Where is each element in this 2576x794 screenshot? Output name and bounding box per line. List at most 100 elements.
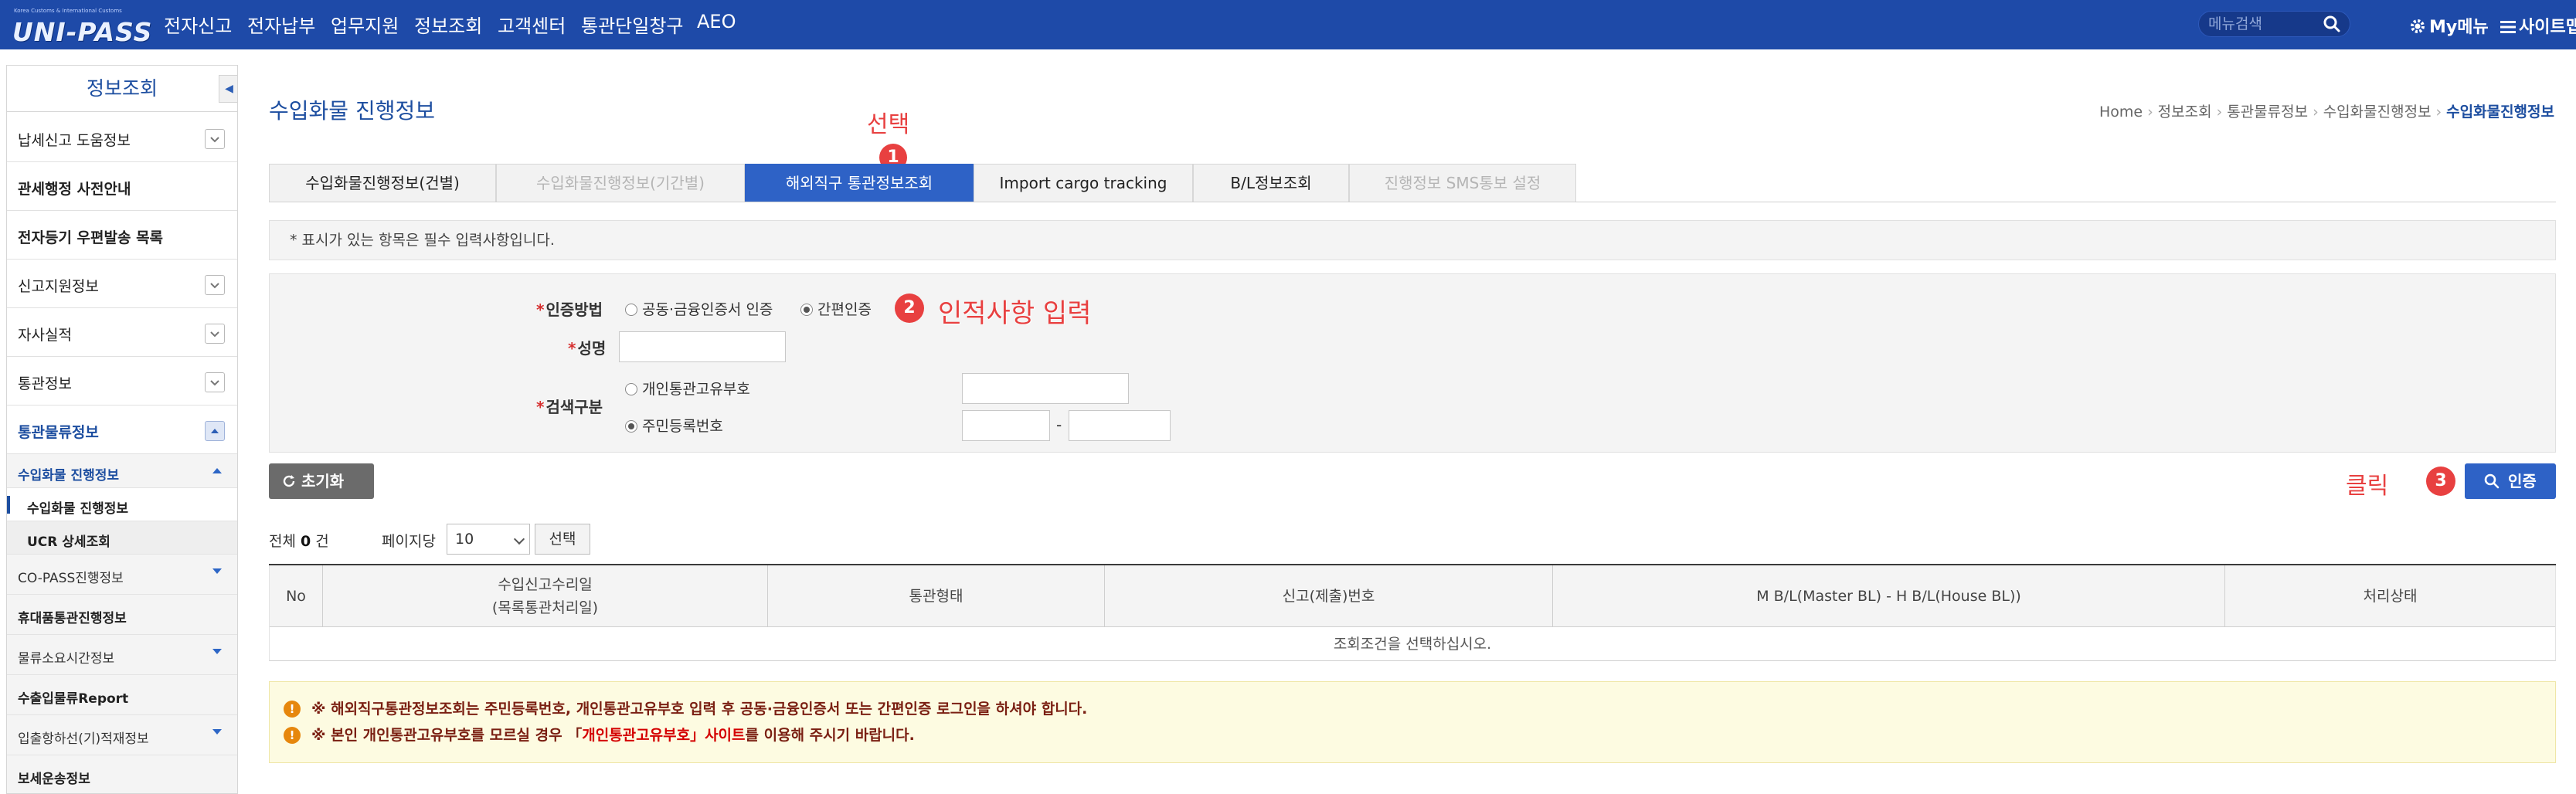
sidebar-subitem-logistics-time[interactable]: 물류소요시간정보 (7, 635, 237, 675)
radio-simple-auth[interactable]: 간편인증 (800, 298, 872, 319)
breadcrumb-home[interactable]: Home (2099, 103, 2143, 120)
sitemap-link[interactable]: 사이트맵 (2500, 13, 2576, 37)
unipass-logo[interactable]: Korea Customs & International Customs UN… (11, 5, 151, 47)
sidebar-item-pre-guide[interactable]: 관세행정 사전안내 (7, 162, 237, 211)
reset-button[interactable]: 초기화 (269, 463, 374, 499)
top-navigation-bar: Korea Customs & International Customs UN… (0, 0, 2576, 49)
customs-code-input[interactable] (962, 373, 1129, 404)
breadcrumb-item[interactable]: 수입화물진행정보 (2323, 103, 2432, 120)
sidebar-item-company-results[interactable]: 자사실적 (7, 308, 237, 357)
radio-button-selected[interactable] (800, 304, 813, 316)
sidebar: 정보조회 ◀ 납세신고 도움정보 관세행정 사전안내 전자등기 우편발송 목록 … (6, 65, 238, 794)
annotation-step2-label: 인적사항 입력 (938, 298, 1092, 329)
chevron-down-icon[interactable] (205, 372, 225, 392)
search-form: * 인증방법 공동·금융인증서 인증 간편인증 * 성명 * 검색구분 개인통관고유부… (269, 273, 2556, 453)
sidebar-item-logistics-info[interactable]: 통관물류정보 (7, 405, 237, 454)
resident-number-back-input[interactable] (1069, 410, 1171, 441)
authenticate-button-label: 인증 (2508, 472, 2537, 490)
sidebar-subitem-copass[interactable]: CO-PASS진행정보 (7, 555, 237, 595)
sidebar-item-tax-help[interactable]: 납세신고 도움정보 (7, 114, 237, 162)
column-header-no: No (269, 565, 323, 627)
radio-button[interactable] (625, 383, 637, 395)
logo-text: UNI-PASS (12, 17, 153, 47)
tab-import-cargo-by-period[interactable]: 수입화물진행정보(기간별) (496, 164, 745, 202)
authenticate-button[interactable]: 인증 (2465, 463, 2556, 499)
radio-button[interactable] (625, 304, 637, 316)
table-header-row: No 수입신고수리일 (목록통관처리일) 통관형태 신고(제출)번호 M B/L… (269, 565, 2556, 627)
per-page-select-button[interactable]: 선택 (535, 524, 590, 555)
radio-button-selected[interactable] (625, 420, 637, 433)
tab-import-cargo-by-case[interactable]: 수입화물진행정보(건별) (269, 164, 496, 202)
warning-line: ! ※ 본인 개인통관고유부호를 모르실 경우 「개인통관고유부호」사이트를 이용… (284, 724, 915, 745)
sidebar-item-customs-info[interactable]: 통관정보 (7, 357, 237, 405)
per-page-label: 페이지당 (382, 533, 436, 550)
collapse-arrow-icon[interactable] (212, 468, 222, 473)
search-type-label: * 검색구분 (536, 398, 603, 416)
sidebar-subitem-baggage[interactable]: 휴대품통관진행정보 (7, 595, 237, 635)
chevron-down-icon[interactable] (205, 275, 225, 295)
radio-certificate-auth[interactable]: 공동·금융인증서 인증 (625, 298, 773, 319)
expand-arrow-icon[interactable] (212, 568, 222, 574)
auth-method-label: * 인증방법 (536, 300, 603, 319)
nav-business-support[interactable]: 업무지원 (331, 11, 399, 38)
expand-arrow-icon[interactable] (212, 649, 222, 654)
expand-arrow-icon[interactable] (212, 729, 222, 735)
annotation-step1-label: 선택 (867, 111, 910, 138)
tab-bl-inquiry[interactable]: B/L정보조회 (1193, 164, 1349, 202)
breadcrumb-item[interactable]: 통관물류정보 (2227, 103, 2308, 120)
sidebar-subitem-import-cargo-current[interactable]: 수입화물 진행정보 (7, 488, 237, 521)
exclamation-icon: ! (284, 727, 301, 744)
required-mark: * (568, 339, 576, 358)
column-header-declaration-number: 신고(제출)번호 (1105, 565, 1553, 627)
breadcrumb-separator: › (2216, 103, 2223, 120)
tab-sms-notification[interactable]: 진행정보 SMS통보 설정 (1349, 164, 1576, 202)
sidebar-item-declaration-support[interactable]: 신고지원정보 (7, 260, 237, 308)
column-header-accept-date: 수입신고수리일 (목록통관처리일) (323, 565, 768, 627)
column-header-bl: M B/L(Master BL) - H B/L(House BL)) (1553, 565, 2225, 627)
breadcrumb-item[interactable]: 정보조회 (2158, 103, 2212, 120)
tab-overseas-direct-purchase[interactable]: 해외직구 통관정보조회 (745, 164, 974, 202)
total-count-value: 0 (301, 533, 311, 550)
name-input[interactable] (619, 331, 786, 362)
sidebar-subitem-port-info[interactable]: 입출항하선(기)적재정보 (7, 715, 237, 755)
chevron-up-icon[interactable] (205, 421, 225, 441)
required-mark: * (536, 300, 545, 319)
nav-info-inquiry[interactable]: 정보조회 (414, 11, 482, 38)
radio-customs-code[interactable]: 개인통관고유부호 (625, 378, 750, 399)
customs-code-site-link[interactable]: 개인통관고유부호」사이트 (582, 727, 745, 744)
resident-number-front-input[interactable] (962, 410, 1050, 441)
search-icon[interactable] (2321, 13, 2343, 35)
nav-aeo[interactable]: AEO (697, 11, 736, 32)
chevron-down-icon[interactable] (205, 129, 225, 149)
chevron-down-icon (513, 533, 525, 545)
resident-number-dash: - (1056, 416, 1062, 434)
active-marker (7, 496, 10, 514)
nav-single-window[interactable]: 통관단일창구 (581, 11, 683, 38)
nav-customer-center[interactable]: 고객센터 (498, 11, 566, 38)
name-label: * 성명 (568, 339, 607, 358)
per-page-select[interactable]: 10 (447, 524, 530, 555)
sidebar-collapse-button[interactable]: ◀ (219, 75, 237, 103)
sidebar-subitem-bonded-transport[interactable]: 보세운송정보 (7, 755, 237, 793)
tab-import-cargo-tracking[interactable]: Import cargo tracking (974, 164, 1193, 202)
sidebar-subitem-label: 수입화물 진행정보 (27, 501, 129, 517)
radio-resident-number[interactable]: 주민등록번호 (625, 415, 723, 436)
sidebar-subitem-label: CO-PASS진행정보 (18, 571, 124, 586)
sidebar-item-label: 전자등기 우편발송 목록 (18, 229, 164, 246)
nav-e-declaration[interactable]: 전자신고 (164, 11, 232, 38)
sidebar-subitem-ucr[interactable]: UCR 상세조회 (7, 521, 237, 555)
sidebar-subitem-label: 수입화물 진행정보 (18, 468, 120, 484)
sidebar-subitem-report[interactable]: 수출입물류Report (7, 675, 237, 715)
chevron-down-icon[interactable] (205, 324, 225, 344)
breadcrumb-separator: › (2147, 103, 2153, 120)
results-table: No 수입신고수리일 (목록통관처리일) 통관형태 신고(제출)번호 M B/L… (269, 564, 2556, 661)
menu-search-input[interactable] (2208, 15, 2316, 33)
menu-search-box (2198, 11, 2350, 37)
sidebar-title: 정보조회 (7, 66, 237, 112)
nav-e-payment[interactable]: 전자납부 (247, 11, 315, 38)
annotation-step3-badge: 3 (2426, 467, 2455, 496)
sidebar-item-registered-mail[interactable]: 전자등기 우편발송 목록 (7, 211, 237, 260)
breadcrumb-separator: › (2313, 103, 2319, 120)
sidebar-subitem-import-cargo[interactable]: 수입화물 진행정보 (7, 454, 237, 488)
my-menu-link[interactable]: My메뉴 (2409, 13, 2489, 37)
